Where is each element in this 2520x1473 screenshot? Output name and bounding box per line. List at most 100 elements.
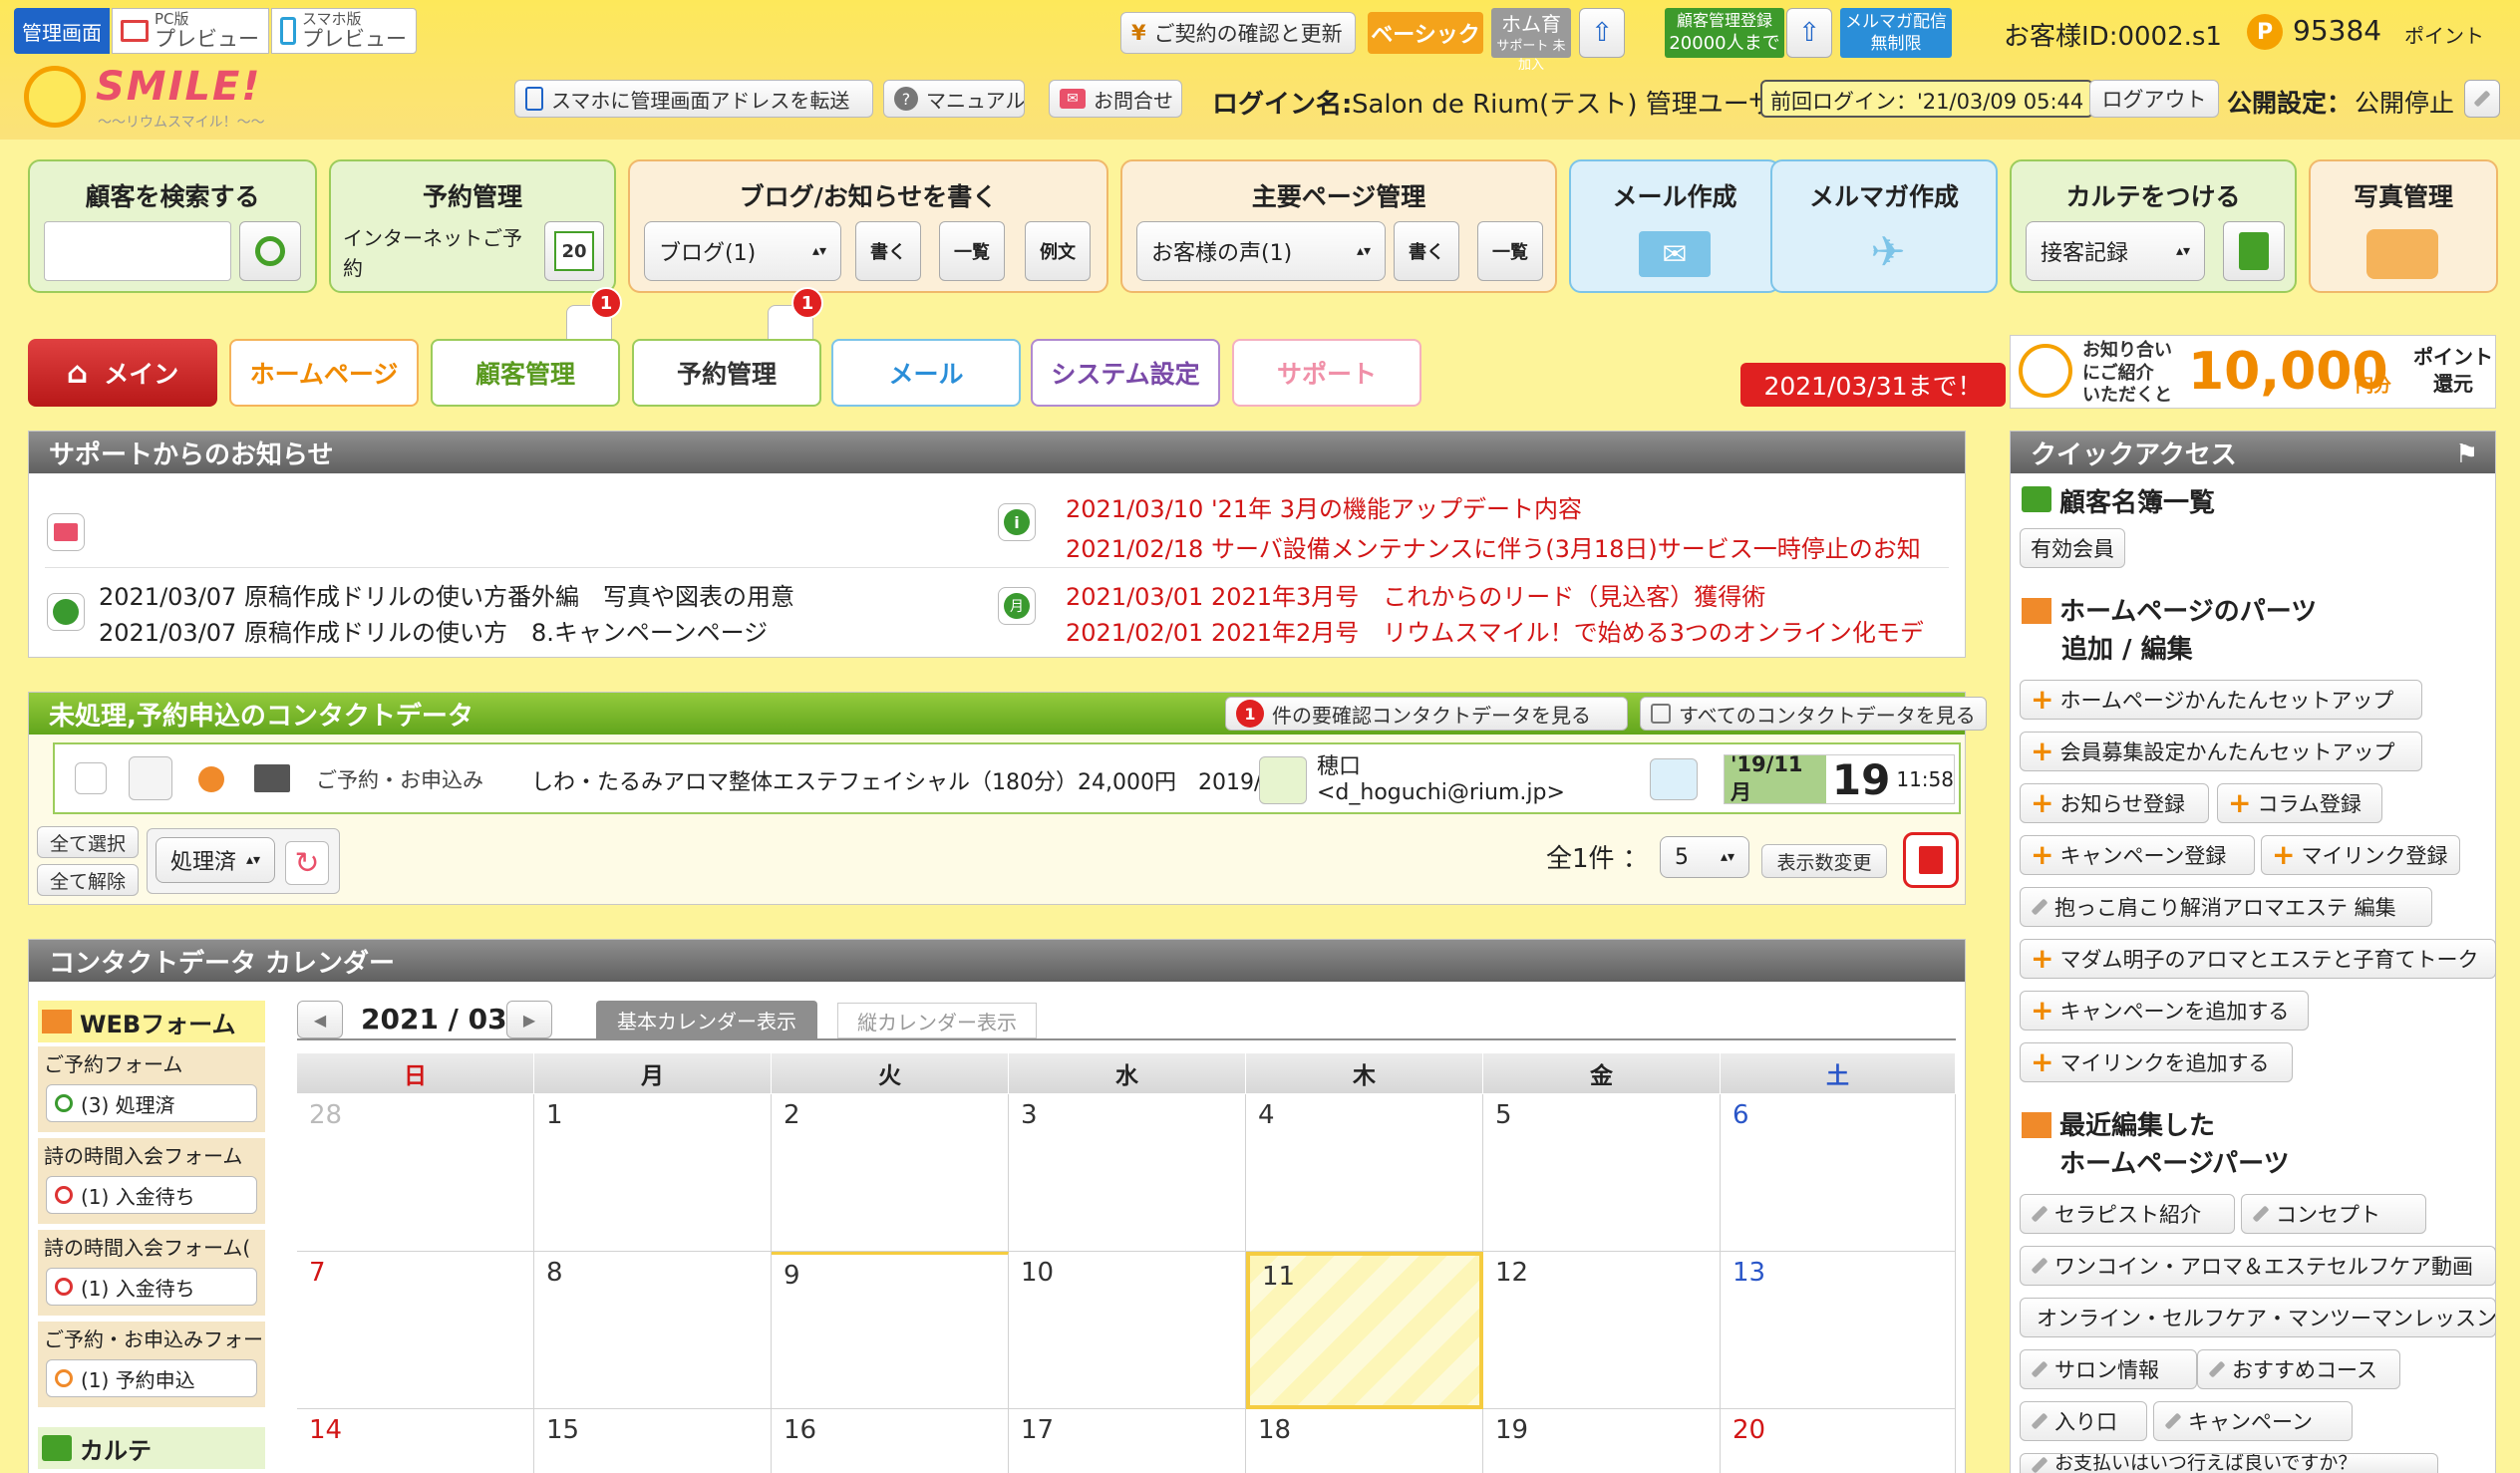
form-name-3[interactable]: 詩の時間入会フォーム( (38, 1230, 265, 1263)
form-name-2[interactable]: 詩の時間入会フォーム (38, 1138, 265, 1171)
customer-search-input[interactable] (44, 221, 231, 281)
blog-list-button[interactable]: 一覧 (939, 221, 1005, 281)
support-right-item-3[interactable]: 2021/03/01 2021年3月号 これからのリード（見込客）獲得術 (1066, 577, 1923, 612)
deselect-all-button[interactable]: 全て解除 (37, 864, 139, 896)
per-page-select[interactable]: 5 ▴▾ (1660, 836, 1749, 878)
recent-therapist-button[interactable]: セラピスト紹介 (2020, 1194, 2235, 1234)
upload-icon-2[interactable]: ⇧ (1786, 8, 1832, 58)
tab-customer[interactable]: 顧客管理 (431, 339, 620, 407)
select-all-button[interactable]: 全て選択 (37, 826, 139, 858)
confirm-contacts-button[interactable]: 1 件の要確認コンタクトデータを見る (1225, 697, 1628, 731)
calendar-day[interactable]: 1 (534, 1094, 772, 1252)
change-display-button[interactable]: 表示数変更 (1761, 844, 1887, 878)
calendar-day[interactable]: 16 (772, 1409, 1009, 1473)
view-vertical-tab[interactable]: 縦カレンダー表示 (837, 1003, 1037, 1038)
main-page-list-button[interactable]: 一覧 (1477, 221, 1543, 281)
news-register-button[interactable]: + お知らせ登録 (2020, 783, 2209, 823)
active-member-button[interactable]: 有効会員 (2020, 528, 2125, 568)
row-checkbox[interactable] (75, 762, 107, 794)
contact-button[interactable]: ✉ お問合せ (1049, 80, 1182, 118)
recent-course-button[interactable]: おすすめコース (2197, 1349, 2400, 1389)
form-status-4[interactable]: (1) 予約申込 (46, 1359, 257, 1397)
tab-support[interactable]: サポート (1232, 339, 1421, 407)
contact-row[interactable]: ご予約・お申込み しわ・たるみアロマ整体エステフェイシャル（180分）24,00… (53, 742, 1961, 814)
main-page-select[interactable]: お客様の声(1) ▴▾ (1136, 221, 1386, 281)
add-campaign-button[interactable]: + キャンペーンを追加する (2020, 991, 2309, 1031)
recent-salon-button[interactable]: サロン情報 (2020, 1349, 2197, 1389)
reserve-text[interactable]: インターネットご予約 (343, 223, 538, 283)
blog-example-button[interactable]: 例文 (1025, 221, 1091, 281)
logout-button[interactable]: ログアウト (2089, 80, 2219, 118)
mylink-register-button[interactable]: + マイリンク登録 (2261, 835, 2460, 875)
tab-system[interactable]: システム設定 (1031, 339, 1220, 407)
tab-homepage[interactable]: ホームページ (229, 339, 419, 407)
contract-button[interactable]: ¥ ご契約の確認と更新 (1120, 12, 1356, 54)
calendar-day[interactable]: 12 (1483, 1252, 1721, 1409)
calendar-day[interactable]: 10 (1009, 1252, 1246, 1409)
recent-payment-button[interactable]: お支払いはいつ行えば良いですか？ (2020, 1453, 2438, 1473)
prev-month-button[interactable]: ◀ (297, 1001, 343, 1038)
upload-icon-1[interactable]: ⇧ (1579, 8, 1625, 58)
form-name-1[interactable]: ご予約フォーム (38, 1046, 265, 1079)
next-month-button[interactable]: ▶ (506, 1001, 552, 1038)
search-button[interactable] (239, 221, 301, 281)
madam-talk-button[interactable]: + マダム明子のアロマとエステと子育てトーク (2020, 939, 2496, 979)
refresh-icon[interactable]: ↻ (285, 841, 329, 885)
edit-publish-icon[interactable] (2464, 80, 2500, 118)
support-right-item-2[interactable]: 2021/02/18 サーバ設備メンテナンスに伴う(3月18日)サービス一時停止… (1066, 529, 1923, 564)
support-right-item-1[interactable]: 2021/03/10 '21年 3月の機能アップデート内容 (1066, 489, 1923, 524)
tab-reserve[interactable]: 予約管理 (632, 339, 821, 407)
flag-icon[interactable]: ⚑ (2455, 440, 2485, 469)
hp-setup-button[interactable]: + ホームページかんたんセットアップ (2020, 680, 2422, 720)
calendar-day[interactable]: 4 (1246, 1094, 1483, 1252)
calendar-day[interactable]: 17 (1009, 1409, 1246, 1473)
karte-select[interactable]: 接客記録 ▴▾ (2026, 221, 2205, 281)
karte-add-button[interactable] (2223, 221, 2285, 281)
calendar-day[interactable]: 5 (1483, 1094, 1721, 1252)
calendar-day[interactable]: 15 (534, 1409, 772, 1473)
calendar-day[interactable]: 9 (772, 1252, 1009, 1409)
recent-online-button[interactable]: オンライン・セルフケア・マンツーマンレッスン (2020, 1298, 2496, 1337)
recent-entrance-button[interactable]: 入り口 (2020, 1401, 2147, 1441)
calendar-day[interactable]: 20 (1721, 1409, 1956, 1473)
calendar-day[interactable]: 18 (1246, 1409, 1483, 1473)
tab-mail[interactable]: メール (831, 339, 1021, 407)
campaign-register-button[interactable]: + キャンペーン登録 (2020, 835, 2255, 875)
recent-campaign-button[interactable]: キャンペーン (2153, 1401, 2353, 1441)
customer-list-link[interactable]: 顧客名簿一覧 (2059, 482, 2215, 519)
calendar-day[interactable]: 8 (534, 1252, 772, 1409)
form-status-1[interactable]: (3) 処理済 (46, 1084, 257, 1122)
admin-button[interactable]: 管理画面 (14, 8, 110, 54)
referral-promo-banner[interactable]: お知り合い にご紹介 いただくと 10,000 円分 ポイント 還元 (2010, 335, 2496, 409)
reserve-calendar-button[interactable]: 20 (544, 221, 604, 281)
calendar-day[interactable]: 14 (297, 1409, 534, 1473)
transfer-address-button[interactable]: スマホに管理画面アドレスを転送 (514, 80, 873, 118)
calendar-day[interactable]: 2 (772, 1094, 1009, 1252)
calendar-day[interactable]: 13 (1721, 1252, 1956, 1409)
calendar-day[interactable]: 28 (297, 1094, 534, 1252)
pc-preview-button[interactable]: PC版 プレビュー (112, 8, 269, 54)
blog-write-button[interactable]: 書く (855, 221, 921, 281)
send-mail-icon[interactable] (1650, 758, 1698, 800)
calendar-day-today[interactable]: 11 (1246, 1252, 1483, 1409)
support-left-item-2[interactable]: 2021/03/07 原稿作成ドリルの使い方 8.キャンペーンページ (99, 613, 996, 648)
main-page-write-button[interactable]: 書く (1394, 221, 1459, 281)
sp-preview-button[interactable]: スマホ版 プレビュー (271, 8, 417, 54)
trash-icon[interactable] (1903, 832, 1959, 888)
view-basic-tab[interactable]: 基本カレンダー表示 (596, 1001, 817, 1038)
card-photo[interactable]: 写真管理 (2309, 159, 2498, 293)
recent-concept-button[interactable]: コンセプト (2241, 1194, 2426, 1234)
form-status-3[interactable]: (1) 入金待ち (46, 1268, 257, 1306)
calendar-day[interactable]: 7 (297, 1252, 534, 1409)
all-contacts-button[interactable]: すべてのコンタクトデータを見る (1640, 697, 1987, 731)
form-name-4[interactable]: ご予約・お申込みフォー (38, 1322, 265, 1354)
calendar-day[interactable]: 3 (1009, 1094, 1246, 1252)
support-left-item-1[interactable]: 2021/03/07 原稿作成ドリルの使い方番外編 写真や図表の用意 (99, 577, 996, 612)
card-mailmag[interactable]: メルマガ作成 ✈ (1770, 159, 1998, 293)
blog-select[interactable]: ブログ(1) ▴▾ (644, 221, 841, 281)
card-mail[interactable]: メール作成 ✉ (1569, 159, 1780, 293)
member-setup-button[interactable]: + 会員募集設定かんたんセットアップ (2020, 732, 2422, 771)
recent-onecoin-button[interactable]: ワンコイン・アロマ＆エステセルフケア動画 (2020, 1246, 2496, 1286)
form-status-2[interactable]: (1) 入金待ち (46, 1176, 257, 1214)
edit-pencil-icon[interactable] (129, 756, 172, 800)
